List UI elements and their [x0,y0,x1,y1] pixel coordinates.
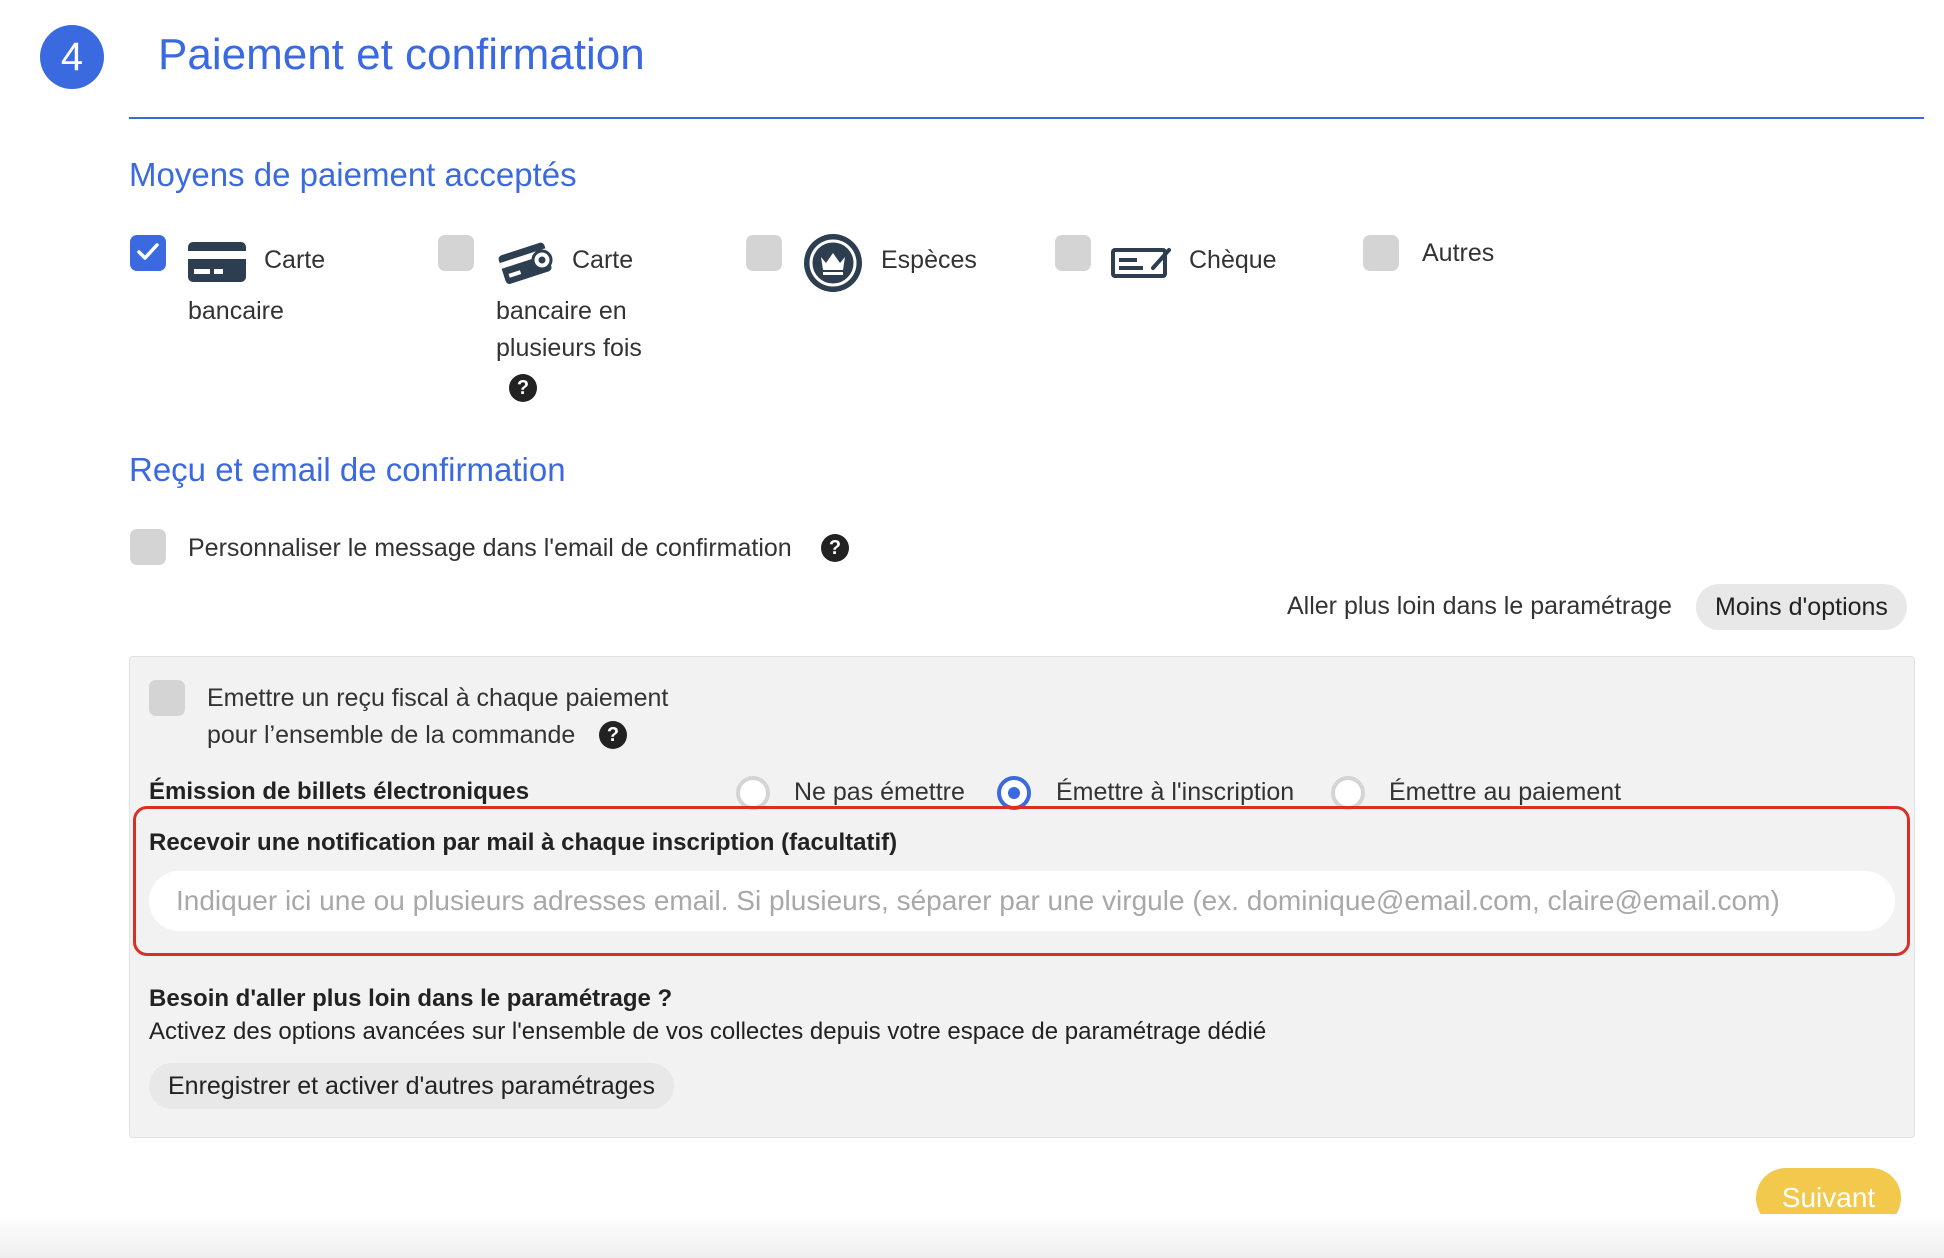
payment-card-label-1: Carte [264,246,326,274]
payment-cash-label: Espèces [881,246,977,274]
payment-cheque-label: Chèque [1189,246,1277,274]
less-options-button[interactable]: Moins d'options [1696,584,1907,630]
payment-methods-heading: Moyens de paiement acceptés [129,156,577,193]
e-tickets-label: Émission de billets électroniques [149,778,530,805]
help-icon[interactable]: ? [821,534,849,562]
payment-cash-checkbox[interactable] [746,235,782,271]
payment-installments-label-3: plusieurs fois [496,334,642,362]
payment-card-label-2: bancaire [188,297,284,325]
bottom-fade [0,1214,1944,1258]
notification-email-input[interactable] [149,871,1895,931]
more-settings-label: Aller plus loin dans le paramétrage [1287,592,1672,620]
notification-label: Recevoir une notification par mail à cha… [149,829,898,856]
fiscal-receipt-label-2: pour l’ensemble de la commande [207,721,576,749]
credit-card-icon [188,242,246,282]
ticket-option-none-radio[interactable] [736,776,770,810]
customize-email-checkbox[interactable] [130,529,166,565]
card-installments-icon [498,242,553,284]
payment-installments-label-2: bancaire en [496,297,627,325]
step-number-badge: 4 [40,25,104,89]
customize-email-label: Personnaliser le message dans l'email de… [188,534,792,562]
payment-installments-checkbox[interactable] [438,235,474,271]
ticket-option-registration-radio[interactable] [997,776,1031,810]
fiscal-receipt-checkbox[interactable] [149,680,185,716]
advanced-settings-text: Activez des options avancées sur l'ensem… [149,1018,1267,1045]
fiscal-receipt-label-1: Emettre un reçu fiscal à chaque paiement [207,684,669,712]
cash-icon [804,234,862,292]
checkmark-icon [137,243,159,260]
help-icon[interactable]: ? [599,721,627,749]
receipt-heading: Reçu et email de confirmation [129,451,566,488]
help-icon[interactable]: ? [509,374,537,402]
ticket-option-payment-radio[interactable] [1331,776,1365,810]
step-divider [129,117,1924,119]
save-and-activate-button[interactable]: Enregistrer et activer d'autres paramétr… [149,1063,674,1109]
cheque-icon [1111,248,1171,278]
step-title: Paiement et confirmation [158,30,645,79]
payment-other-label: Autres [1422,239,1495,267]
payment-card-checkbox[interactable] [130,235,166,271]
advanced-settings-title: Besoin d'aller plus loin dans le paramét… [149,985,673,1012]
payment-other-checkbox[interactable] [1363,235,1399,271]
payment-cheque-checkbox[interactable] [1055,235,1091,271]
payment-installments-label-1: Carte [572,246,634,274]
